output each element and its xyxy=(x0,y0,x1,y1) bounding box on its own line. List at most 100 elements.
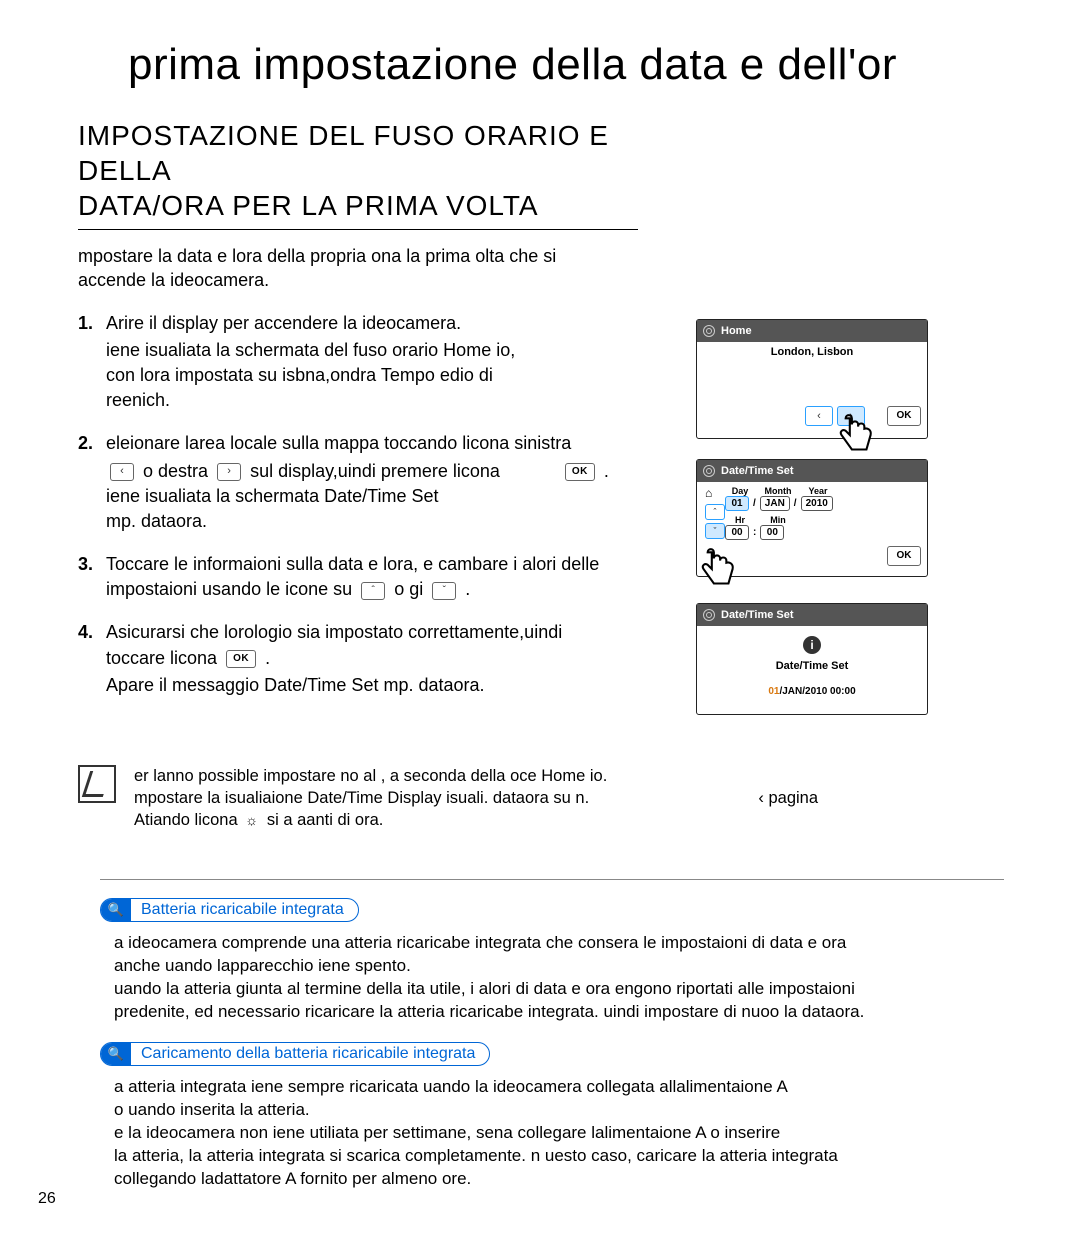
step-3-text1: Toccare le informaioni sulla data e lora… xyxy=(106,554,599,574)
section-title-line1: IMPOSTAZIONE DEL FUSO ORARIO E DELLA xyxy=(78,120,609,186)
fig2-val-year[interactable]: 2010 xyxy=(801,496,833,511)
step-3-mid-b: o gi xyxy=(394,579,423,599)
figures-column: Home London, Lisbon ‹ › OK D xyxy=(696,319,976,735)
step-1-text: Arire il display per accendere la ideoca… xyxy=(106,313,461,333)
step-1-sub: iene isualiata la schermata del fuso ora… xyxy=(106,338,678,414)
note-line1: er lanno possible impostare no al , a se… xyxy=(134,767,607,785)
fig2-hdr-year: Year xyxy=(801,486,835,496)
fig2-ok-button[interactable]: OK xyxy=(887,546,921,566)
step-3-mid-a: impostaioni usando le icone su xyxy=(106,579,352,599)
fig2-up-button[interactable]: ˆ xyxy=(705,504,725,520)
b2-l2: o uando inserita la atteria. xyxy=(114,1100,310,1119)
steps-list: 1. Arire il display per accendere la ide… xyxy=(78,311,678,716)
fig2-val-day[interactable]: 01 xyxy=(725,496,749,511)
b2-l5: collegando ladattatore A fornito per alm… xyxy=(114,1169,471,1188)
info-head-1-label: Batteria ricaricabile integrata xyxy=(131,901,344,919)
step-2-text1: eleionare larea locale sulla mappa tocca… xyxy=(106,433,571,453)
step-2-mid-b: sul display,uindi premere licona xyxy=(250,461,500,481)
fig3-title: Date/Time Set xyxy=(721,609,794,621)
magnifier-icon-2: 🔍 xyxy=(101,1042,131,1066)
section-title-line2: DATA/ORA PER LA PRIMA VOLTA xyxy=(78,190,539,221)
fig1-map xyxy=(697,360,927,400)
intro-line1: mpostare la data e lora della propria on… xyxy=(78,246,556,266)
note-line2b: ‹ pagina xyxy=(758,789,818,807)
info-head-2-label: Caricamento della batteria ricaricabile … xyxy=(131,1045,475,1063)
magnifier-icon: 🔍 xyxy=(101,898,131,922)
intro-line2: accende la ideocamera. xyxy=(78,270,269,290)
section-title: IMPOSTAZIONE DEL FUSO ORARIO E DELLA DAT… xyxy=(78,118,638,223)
info-icon: i xyxy=(803,636,821,654)
step-1: 1. Arire il display per accendere la ide… xyxy=(78,311,678,414)
step-3-num: 3. xyxy=(78,552,106,602)
page-number: 26 xyxy=(38,1190,56,1208)
step-2-sub-b: iene isualiata la schermata Date/Time Se… xyxy=(106,486,439,506)
fig1-title: Home xyxy=(721,325,752,337)
step-1-sub-b: con lora impostata su isbna,ondra Tempo … xyxy=(106,365,493,385)
figure-datetime-set: Date/Time Set ⌂ Day Month Year 01/ JAN/ … xyxy=(696,459,928,577)
right-arrow-icon: › xyxy=(217,463,241,481)
step-4-text1: Asicurarsi che lorologio sia impostato c… xyxy=(106,622,562,642)
figure-home-screen: Home London, Lisbon ‹ › OK xyxy=(696,319,928,439)
step-2: 2. eleionare larea locale sulla mappa to… xyxy=(78,431,678,534)
step-4: 4. Asicurarsi che lorologio sia impostat… xyxy=(78,620,678,698)
step-2-mid-a: o destra xyxy=(143,461,208,481)
fig2-val-month[interactable]: JAN xyxy=(760,496,790,511)
step-2-sub: ‹ o destra › sul display,uindi premere l… xyxy=(106,459,678,535)
b2-l4: la atteria, la atteria integrata si scar… xyxy=(114,1146,838,1165)
fig2-val-min[interactable]: 00 xyxy=(760,525,784,540)
step-4-sub: Apare il messaggio Date/Time Set mp. dat… xyxy=(106,675,485,695)
b1-l2: anche uando lapparecchio iene spento. xyxy=(114,956,411,975)
chapter-title: prima impostazione della data e dell'or xyxy=(128,40,1080,90)
step-2-num: 2. xyxy=(78,431,106,534)
b2-l1: a atteria integrata iene sempre ricarica… xyxy=(114,1077,788,1096)
fig3-ts-hl: 01 xyxy=(768,686,779,697)
up-arrow-icon: ˆ xyxy=(361,582,385,600)
fig2-hdr-min: Min xyxy=(761,515,795,525)
sun-icon xyxy=(245,814,259,828)
note-line3b: si a aanti di ora. xyxy=(267,811,383,829)
info-rule xyxy=(100,879,1004,880)
fig1-location: London, Lisbon xyxy=(697,342,927,360)
fig2-down-button[interactable]: ˇ xyxy=(705,523,725,539)
info-head-1: 🔍 Batteria ricaricabile integrata xyxy=(100,898,359,922)
hand-pointer-icon-2 xyxy=(691,544,743,596)
fig2-hdr-hr: Hr xyxy=(725,515,755,525)
fig2-hdr-month: Month xyxy=(761,486,795,496)
fig2-val-hr[interactable]: 00 xyxy=(725,525,749,540)
hand-pointer-icon xyxy=(829,410,881,462)
b1-l3: uando la atteria giunta al termine della… xyxy=(114,979,855,998)
home-icon: ⌂ xyxy=(705,486,712,500)
info-body-1: a ideocamera comprende una atteria ricar… xyxy=(114,932,1004,1024)
note-block: er lanno possible impostare no al , a se… xyxy=(78,765,988,832)
step-1-num: 1. xyxy=(78,311,106,414)
info-head-2: 🔍 Caricamento della batteria ricaricabil… xyxy=(100,1042,490,1066)
step-4-text2: toccare licona xyxy=(106,648,217,668)
info-section: 🔍 Batteria ricaricabile integrata a ideo… xyxy=(100,867,1004,1190)
step-2-sub-c: mp. dataora. xyxy=(106,511,207,531)
fig3-ts-rest: JAN/2010 00:00 xyxy=(782,686,855,697)
note-icon xyxy=(78,765,116,803)
fig2-title: Date/Time Set xyxy=(721,465,794,477)
step-4-num: 4. xyxy=(78,620,106,698)
fig1-ok-button[interactable]: OK xyxy=(887,406,921,426)
left-arrow-icon: ‹ xyxy=(110,463,134,481)
gear-icon xyxy=(703,325,715,337)
fig3-timestamp: 01/JAN/2010 00:00 xyxy=(705,686,919,697)
gear-icon-3 xyxy=(703,609,715,621)
figure-confirm: Date/Time Set i Date/Time Set 01/JAN/201… xyxy=(696,603,928,715)
note-line2a: mpostare la isualiaione Date/Time Displa… xyxy=(134,789,589,807)
ok-icon: OK xyxy=(565,463,595,481)
down-arrow-icon: ˇ xyxy=(432,582,456,600)
b1-l4: predenite, ed necessario ricaricare la a… xyxy=(114,1002,864,1021)
ok-icon-2: OK xyxy=(226,650,256,668)
info-body-2: a atteria integrata iene sempre ricarica… xyxy=(114,1076,1004,1191)
step-1-sub-a: iene isualiata la schermata del fuso ora… xyxy=(106,340,515,360)
b1-l1: a ideocamera comprende una atteria ricar… xyxy=(114,933,846,952)
step-1-sub-c: reenich. xyxy=(106,390,170,410)
gear-icon-2 xyxy=(703,465,715,477)
note-line3a: Atiando licona xyxy=(134,811,238,829)
intro-text: mpostare la data e lora della propria on… xyxy=(78,244,638,293)
section-rule xyxy=(78,229,638,230)
fig2-hdr-day: Day xyxy=(725,486,755,496)
b2-l3: e la ideocamera non iene utiliata per se… xyxy=(114,1123,780,1142)
